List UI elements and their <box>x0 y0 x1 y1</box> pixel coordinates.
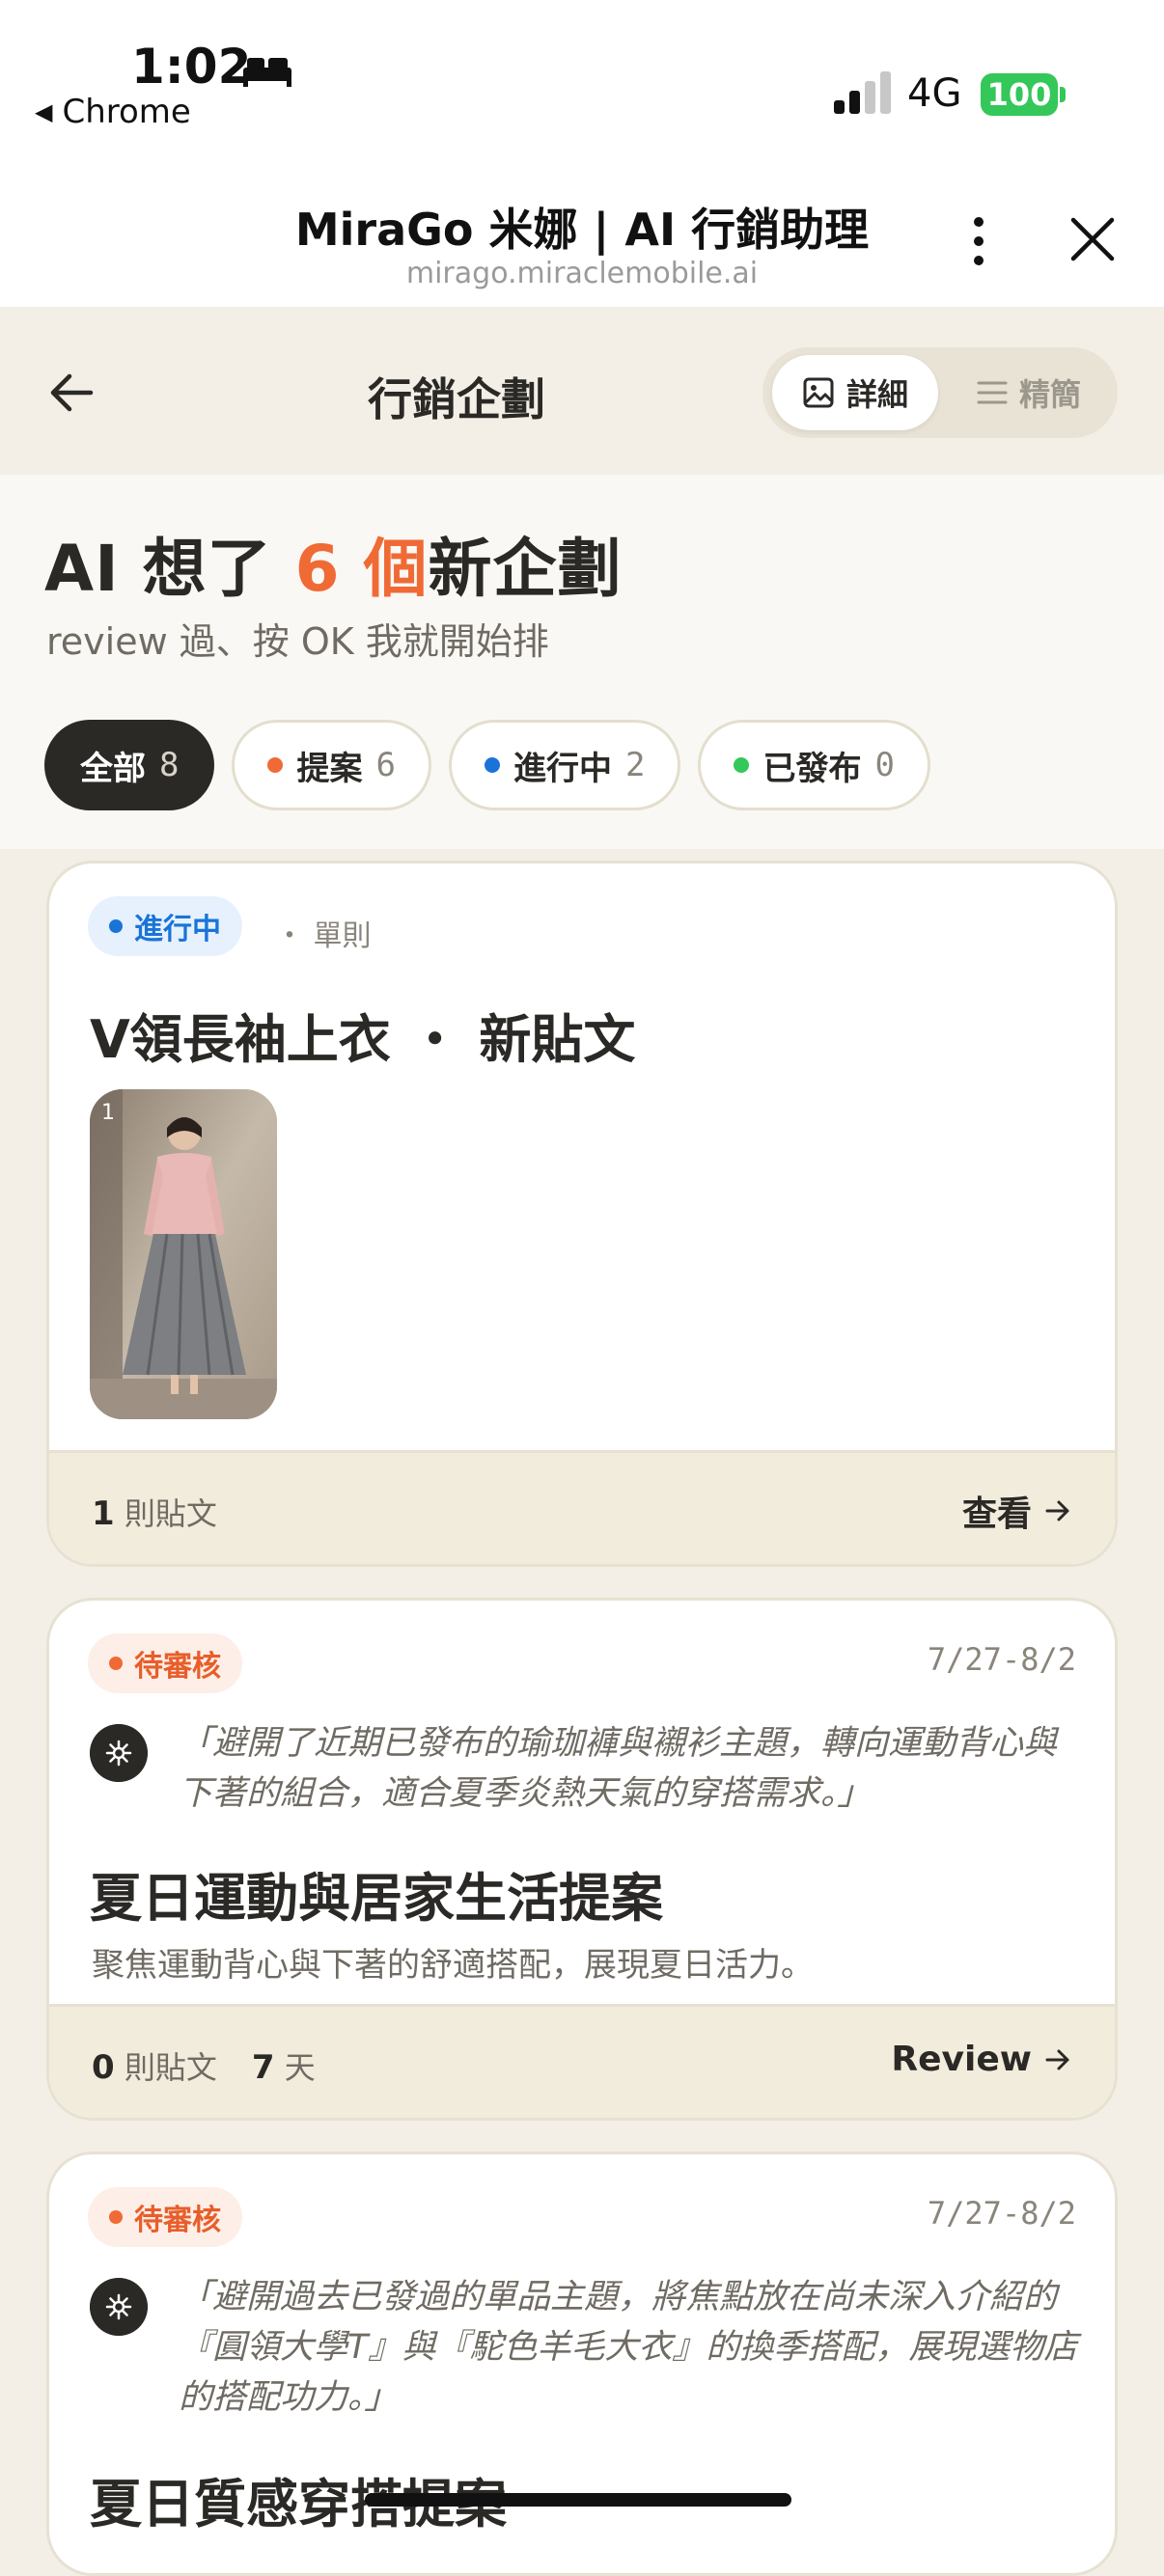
filter-chip-label: 全部 <box>80 749 146 788</box>
orange-dot-icon <box>109 1657 123 1670</box>
card-meta-label: 單則 <box>313 919 372 953</box>
post-count-value: 1 <box>92 1494 115 1533</box>
post-thumbnail[interactable]: 1 <box>90 1089 277 1419</box>
back-triangle-icon: ◀ <box>35 98 53 125</box>
list-icon <box>977 381 1008 404</box>
filter-chip-count: 0 <box>874 746 895 784</box>
status-badge: 進行中 <box>88 896 242 956</box>
app-header: 行銷企劃 詳細 精簡 <box>0 307 1164 475</box>
hero-section: AI 想了 6 個新企劃 review 過、按 OK 我就開始排 全部 8 提案… <box>0 475 1164 849</box>
card-title: V領長袖上衣 ・ 新貼文 <box>90 1009 636 1070</box>
post-count: 0 則貼文 7 天 <box>92 2043 316 2088</box>
filter-chip-count: 2 <box>624 746 646 784</box>
back-to-app-link[interactable]: ◀ Chrome <box>35 93 191 131</box>
review-button[interactable]: Review <box>891 2040 1072 2079</box>
date-range: 7/27-8/2 <box>927 2195 1076 2232</box>
status-badge-label: 待審核 <box>134 2204 221 2237</box>
ai-sparkle-icon <box>90 1724 148 1782</box>
arrow-right-icon <box>1045 1500 1069 1521</box>
post-count-label: 則貼文 <box>124 2049 217 2086</box>
post-count: 1 則貼文 <box>92 1490 217 1534</box>
campaign-card[interactable]: 待審核 7/27-8/2 「避開了近期已發布的瑜珈褲與襯衫主題，轉向運動背心與下… <box>46 1598 1118 2121</box>
card-footer: 1 則貼文 查看 <box>49 1450 1115 1564</box>
compact-view-label: 精簡 <box>1018 376 1081 413</box>
post-count-value: 0 <box>92 2048 115 2087</box>
view-toggle: 詳細 精簡 <box>762 347 1118 438</box>
cellular-signal-icon <box>834 71 891 114</box>
hero-title-count: 6 個 <box>294 532 429 606</box>
filter-chip-label: 進行中 <box>513 749 612 788</box>
ai-sparkle-icon <box>90 2278 148 2336</box>
back-app-label: Chrome <box>62 93 191 131</box>
filter-chips: 全部 8 提案 6 進行中 2 已發布 0 <box>44 720 930 810</box>
post-photo <box>90 1089 277 1419</box>
compact-view-button[interactable]: 精簡 <box>948 355 1110 430</box>
blue-dot-icon <box>484 757 500 773</box>
green-dot-icon <box>734 757 750 773</box>
card-footer: 0 則貼文 7 天 Review <box>49 2004 1115 2118</box>
ai-reason: 「避開過去已發過的單品主題，將焦點放在尚未深入介紹的『圓領大學T』與『駝色羊毛大… <box>179 2278 1078 2417</box>
hero-title-suffix: 新企劃 <box>428 532 623 606</box>
image-icon <box>803 377 834 408</box>
days-count-label: 天 <box>284 2049 316 2086</box>
hero-title: AI 想了 6 個新企劃 <box>44 517 623 610</box>
status-badge-label: 進行中 <box>134 913 221 946</box>
ai-reason: 「避開了近期已發布的瑜珈褲與襯衫主題，轉向運動背心與下著的組合，適合夏季炎熱天氣… <box>179 1724 1058 1813</box>
thumbnail-index: 1 <box>101 1101 115 1125</box>
detail-view-label: 詳細 <box>845 376 908 413</box>
blue-dot-icon <box>109 919 123 933</box>
filter-chip-in-progress[interactable]: 進行中 2 <box>448 720 681 810</box>
filter-chip-published[interactable]: 已發布 0 <box>698 720 930 810</box>
status-badge: 待審核 <box>88 2187 242 2247</box>
filter-chip-all[interactable]: 全部 8 <box>44 720 215 810</box>
arrow-right-icon <box>1045 2049 1069 2069</box>
campaign-card[interactable]: 待審核 7/27-8/2 「避開過去已發過的單品主題，將焦點放在尚未深入介紹的『… <box>46 2151 1118 2576</box>
view-button-label: 查看 <box>961 1494 1032 1534</box>
sleep-mode-icon <box>243 58 291 87</box>
network-type: 4G <box>907 71 962 116</box>
filter-chip-label: 提案 <box>296 749 363 788</box>
status-badge: 待審核 <box>88 1633 242 1693</box>
more-options-icon[interactable] <box>961 212 996 270</box>
orange-dot-icon <box>267 757 284 773</box>
battery-indicator: 100 <box>981 73 1058 116</box>
filter-chip-proposal[interactable]: 提案 6 <box>232 720 431 810</box>
hero-title-prefix: AI 想了 <box>44 532 295 606</box>
home-indicator[interactable] <box>365 2493 791 2507</box>
filter-chip-count: 6 <box>375 746 396 784</box>
card-description: 聚焦運動背心與下著的舒適搭配，展現夏日活力。 <box>92 1946 814 1985</box>
card-title: 夏日運動與居家生活提案 <box>90 1868 663 1929</box>
campaign-card[interactable]: 進行中 ・ 單則 V領長袖上衣 ・ 新貼文 1 1 則貼文 查看 <box>46 861 1118 1567</box>
days-count-value: 7 <box>251 2048 275 2087</box>
view-button[interactable]: 查看 <box>962 1486 1072 1536</box>
detail-view-button[interactable]: 詳細 <box>772 355 938 430</box>
review-button-label: Review <box>891 2040 1032 2079</box>
battery-cap <box>1060 87 1066 102</box>
date-range: 7/27-8/2 <box>927 1641 1076 1678</box>
card-meta: ・ 單則 <box>275 919 372 953</box>
filter-chip-label: 已發布 <box>762 749 862 788</box>
browser-bar: MiraGo 米娜 | AI 行銷助理 mirago.miraclemobile… <box>0 164 1164 307</box>
status-bar: 1:02 ◀ Chrome 4G 100 <box>0 0 1164 164</box>
filter-chip-count: 8 <box>159 746 180 784</box>
orange-dot-icon <box>109 2210 123 2224</box>
post-count-label: 則貼文 <box>124 1495 217 1532</box>
status-badge-label: 待審核 <box>134 1650 221 1684</box>
close-icon[interactable] <box>1067 214 1118 264</box>
status-time: 1:02 <box>131 39 252 95</box>
hero-subtitle: review 過、按 OK 我就開始排 <box>46 620 549 663</box>
